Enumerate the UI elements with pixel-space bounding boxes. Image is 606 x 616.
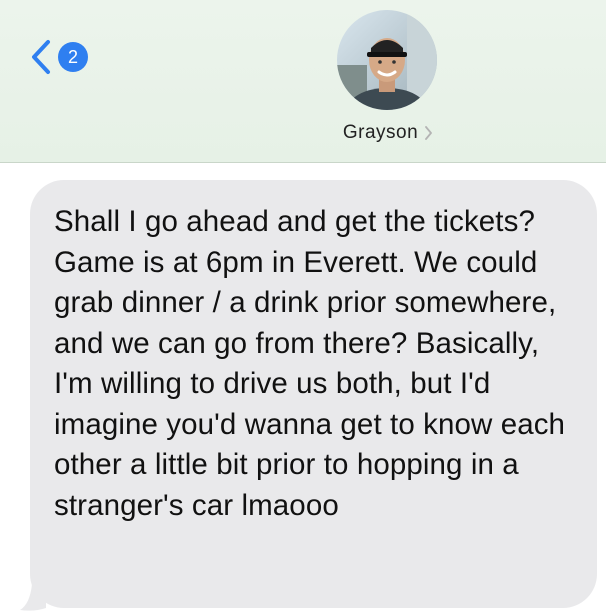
contact-avatar[interactable] [337, 10, 437, 110]
chevron-left-icon [30, 39, 52, 75]
unread-count-badge: 2 [58, 42, 88, 72]
message-bubble[interactable]: Shall I go ahead and get the tickets? Ga… [30, 180, 597, 608]
message-text: Shall I go ahead and get the tickets? Ga… [54, 205, 566, 522]
contact-name: Grayson [342, 122, 419, 143]
contact-details-button[interactable]: Grayson [0, 122, 606, 144]
avatar-photo [337, 10, 437, 110]
chevron-right-icon [424, 126, 433, 140]
conversation-header: 2 Grayson [0, 0, 606, 163]
back-button[interactable]: 2 [30, 38, 88, 76]
